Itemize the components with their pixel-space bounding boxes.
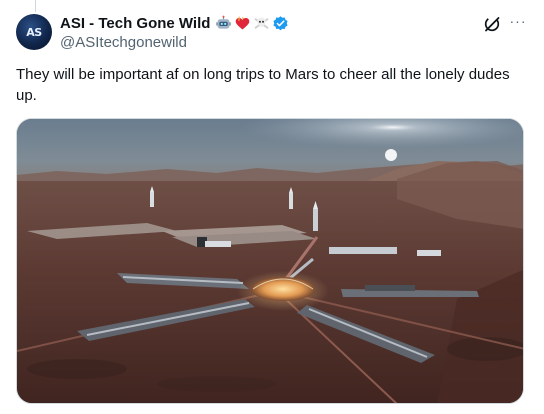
post-header: ASI - Tech Gone Wild @ASItechgonewild xyxy=(60,13,480,51)
robot-emoji-icon xyxy=(216,15,232,29)
handle[interactable]: @ASItechgonewild xyxy=(60,34,480,51)
grok-icon[interactable] xyxy=(482,14,502,34)
name-row: ASI - Tech Gone Wild xyxy=(60,13,480,33)
avatar[interactable]: AS xyxy=(16,14,52,50)
flaming-heart-emoji-icon xyxy=(236,15,250,29)
verified-badge-icon xyxy=(273,15,288,30)
post-text: They will be important af on long trips … xyxy=(16,66,510,104)
display-name[interactable]: ASI - Tech Gone Wild xyxy=(60,15,210,32)
post-image[interactable] xyxy=(16,118,524,404)
thread-line xyxy=(35,0,36,12)
mars-base-illustration xyxy=(17,119,523,403)
more-icon[interactable]: ··· xyxy=(508,12,528,32)
skull-crossbones-emoji-icon xyxy=(255,17,269,29)
avatar-text: AS xyxy=(26,25,42,39)
badges xyxy=(215,15,289,32)
